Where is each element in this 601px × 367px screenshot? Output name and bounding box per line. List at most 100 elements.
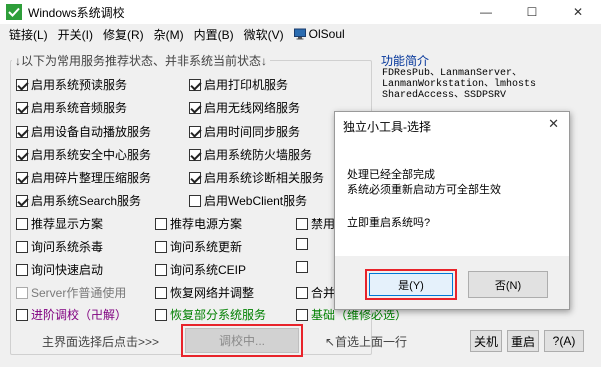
checkbox-box[interactable]	[16, 263, 28, 276]
window-title: Windows系统调校	[28, 5, 125, 20]
service-printer-checkbox[interactable]: 启用打印机服务	[189, 76, 288, 93]
service-wireless-checkbox[interactable]: 启用无线网络服务	[189, 99, 300, 116]
checkbox-box[interactable]	[155, 240, 167, 253]
checkbox-box[interactable]	[189, 125, 201, 138]
menu-microsoft[interactable]: 微软(V)	[239, 26, 289, 43]
dialog-line: 系统必须重新启动方可全部生效	[347, 184, 501, 196]
minimize-button[interactable]: —	[463, 0, 509, 24]
checkbox-label: 启用无线网络服务	[204, 101, 301, 115]
yes-button[interactable]: 是(Y)	[369, 273, 453, 296]
service-prefetch-checkbox[interactable]: 启用系统预读服务	[16, 76, 127, 93]
service-autoplay-checkbox[interactable]: 启用设备自动播放服务	[16, 123, 151, 140]
option-power-scheme[interactable]: 推荐电源方案	[155, 215, 242, 232]
dialog-line: 处理已经全部完成	[347, 169, 435, 181]
checkbox-label: 推荐显示方案	[31, 217, 104, 231]
checkbox-label: 推荐电源方案	[170, 217, 243, 231]
checkbox-label: 启用时间同步服务	[204, 125, 301, 139]
checkbox-box[interactable]	[296, 238, 308, 250]
restart-dialog: 独立小工具-选择 ✕ 处理已经全部完成 系统必须重新启动方可全部生效 立即重启系…	[334, 111, 570, 310]
checkbox-box[interactable]	[296, 308, 308, 321]
checkbox-label: Server作普通使用	[31, 286, 127, 300]
shutdown-button[interactable]: 关机	[470, 330, 502, 352]
checkbox-box[interactable]	[16, 171, 28, 184]
checkbox-label: 合并	[311, 286, 336, 300]
close-button[interactable]: ✕	[555, 0, 601, 24]
checkbox-box[interactable]	[189, 194, 201, 207]
checkbox-box[interactable]	[16, 101, 28, 114]
checkbox-label: 启用系统安全中心服务	[31, 148, 152, 162]
checkbox-label: 启用系统Search服务	[31, 194, 142, 208]
checkbox-label: 启用系统防火墙服务	[204, 148, 313, 162]
checkbox-box[interactable]	[16, 194, 28, 207]
service-search-checkbox[interactable]: 启用系统Search服务	[16, 192, 141, 209]
checkbox-label: 启用设备自动播放服务	[31, 125, 152, 139]
checkbox-box[interactable]	[155, 286, 167, 299]
option-ask-antivirus[interactable]: 询问系统杀毒	[16, 238, 103, 255]
checkbox-label: 启用系统音频服务	[31, 101, 128, 115]
option-ask-update[interactable]: 询问系统更新	[155, 238, 242, 255]
menu-olsoul[interactable]: OlSoul	[289, 27, 350, 41]
tune-button[interactable]: 调校中...	[185, 328, 299, 353]
checkbox-box[interactable]	[189, 101, 201, 114]
checkbox-label: 询问系统更新	[170, 240, 243, 254]
service-defrag-checkbox[interactable]: 启用碎片整理压缩服务	[16, 169, 151, 186]
checkbox-label: 启用WebClient服务	[204, 194, 308, 208]
left-hint: 主界面选择后点击>>>	[42, 335, 160, 349]
checkbox-box[interactable]	[296, 286, 308, 299]
service-diagnostics-checkbox[interactable]: 启用系统诊断相关服务	[189, 169, 324, 186]
checkbox-box[interactable]	[189, 171, 201, 184]
menu-repair[interactable]: 修复(R)	[98, 26, 149, 43]
option-r2c3[interactable]	[296, 238, 311, 250]
dialog-close-button[interactable]: ✕	[548, 116, 559, 132]
checkbox-box[interactable]	[16, 240, 28, 253]
help-button[interactable]: ?(A)	[544, 330, 584, 352]
menu-misc[interactable]: 杂(M)	[149, 26, 189, 43]
dialog-footer: 是(Y) 否(N)	[335, 256, 569, 309]
monitor-icon	[293, 28, 306, 40]
checkbox-box[interactable]	[16, 217, 28, 230]
service-timesync-checkbox[interactable]: 启用时间同步服务	[189, 123, 300, 140]
menu-links[interactable]: 链接(L)	[4, 26, 53, 43]
checkbox-box[interactable]	[155, 217, 167, 230]
option-r3c3[interactable]	[296, 261, 311, 273]
checkbox-box[interactable]	[296, 217, 308, 230]
yes-button-highlight: 是(Y)	[365, 269, 457, 300]
checkbox-label: 恢复网络并调整	[170, 286, 255, 300]
option-merge[interactable]: 合并	[296, 284, 335, 301]
checkbox-label: 启用系统诊断相关服务	[204, 171, 325, 185]
service-firewall-checkbox[interactable]: 启用系统防火墙服务	[189, 146, 312, 163]
checkbox-box[interactable]	[16, 125, 28, 138]
service-security-center-checkbox[interactable]: 启用系统安全中心服务	[16, 146, 151, 163]
checkbox-label: 询问系统CEIP	[170, 263, 247, 277]
checkbox-label: 启用系统预读服务	[31, 78, 128, 92]
checkbox-box[interactable]	[16, 148, 28, 161]
checkbox-box[interactable]	[189, 148, 201, 161]
info-line: FDResPub、LanmanServer、	[382, 68, 523, 79]
checkbox-label: 启用碎片整理压缩服务	[31, 171, 152, 185]
checkbox-box[interactable]	[16, 78, 28, 91]
option-display-scheme[interactable]: 推荐显示方案	[16, 215, 103, 232]
services-group-title: ↓以下为常用服务推荐状态、并非系统当前状态↓	[12, 52, 271, 69]
checkbox-box[interactable]	[155, 308, 167, 321]
option-disable[interactable]: 禁用	[296, 215, 335, 232]
checkbox-box[interactable]	[296, 261, 308, 273]
option-advanced-tune[interactable]: 进阶调校（卍解）	[16, 306, 127, 323]
checkbox-box[interactable]	[155, 263, 167, 276]
right-hint: ↖首选上面一行	[325, 335, 408, 349]
restart-button[interactable]: 重启	[507, 330, 539, 352]
checkbox-box[interactable]	[16, 308, 28, 321]
menu-switches[interactable]: 开关(I)	[53, 26, 98, 43]
checkbox-label: 询问系统杀毒	[31, 240, 104, 254]
maximize-button[interactable]: ☐	[509, 0, 555, 24]
checkbox-box[interactable]	[189, 78, 201, 91]
option-ask-ceip[interactable]: 询问系统CEIP	[155, 261, 246, 278]
menu-builtin[interactable]: 内置(B)	[189, 26, 239, 43]
option-ask-fast-startup[interactable]: 询问快速启动	[16, 261, 103, 278]
no-button[interactable]: 否(N)	[468, 271, 548, 298]
menu-olsoul-label: OlSoul	[308, 27, 345, 41]
checkbox-label: 禁用	[311, 217, 336, 231]
option-restore-network[interactable]: 恢复网络并调整	[155, 284, 254, 301]
service-webclient-checkbox[interactable]: 启用WebClient服务	[189, 192, 307, 209]
option-restore-services[interactable]: 恢复部分系统服务	[155, 306, 266, 323]
service-audio-checkbox[interactable]: 启用系统音频服务	[16, 99, 127, 116]
